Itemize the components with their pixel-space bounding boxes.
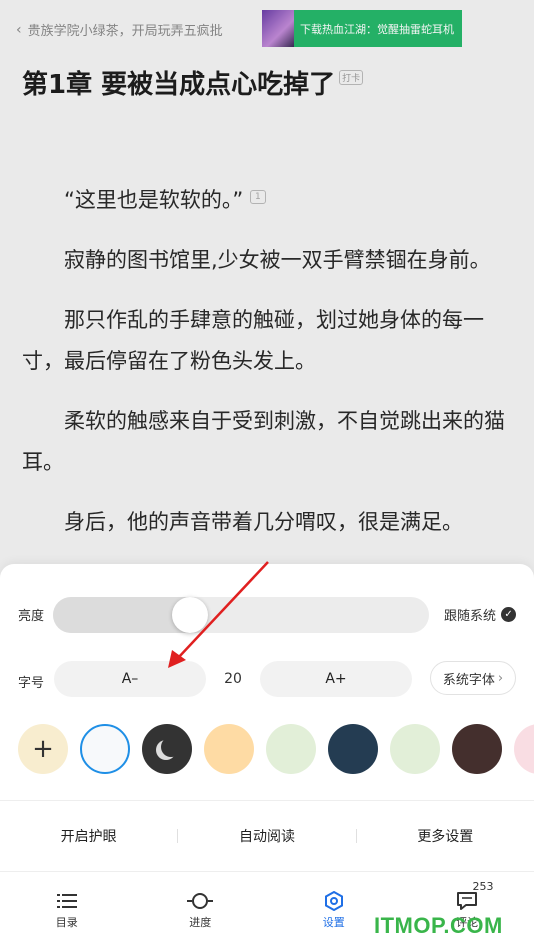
- font-size-value: 20: [224, 671, 242, 687]
- watermark: ITMOP.COM: [374, 913, 503, 938]
- quick-actions: 开启护眼 自动阅读 更多设置: [0, 801, 534, 871]
- theme-swatch-pale-green[interactable]: [390, 724, 440, 774]
- progress-icon: [187, 888, 214, 914]
- font-increase-button[interactable]: A+: [260, 661, 412, 697]
- more-settings-button[interactable]: 更多设置: [357, 826, 534, 846]
- comment-count-badge: 253: [472, 880, 494, 893]
- follow-system-label: 跟随系统: [444, 609, 497, 624]
- brightness-label: 亮度: [18, 609, 45, 624]
- theme-swatch-pink[interactable]: [514, 724, 534, 774]
- font-size-label: 字号: [18, 676, 45, 691]
- system-font-button[interactable]: 系统字体 ›: [430, 661, 516, 695]
- theme-swatch-brown[interactable]: [452, 724, 502, 774]
- theme-swatch-night[interactable]: [142, 724, 192, 774]
- list-icon: [56, 888, 77, 914]
- eye-protect-button[interactable]: 开启护眼: [0, 826, 177, 846]
- nav-label: 进度: [189, 916, 212, 929]
- font-decrease-button[interactable]: A–: [54, 661, 206, 697]
- add-theme-button[interactable]: +: [18, 724, 68, 774]
- chevron-right-icon: ›: [497, 670, 504, 686]
- nav-item-progress[interactable]: 进度: [134, 872, 268, 950]
- theme-swatches: +: [18, 724, 534, 774]
- brightness-slider[interactable]: [53, 597, 429, 633]
- system-font-label: 系统字体: [442, 672, 495, 688]
- nav-label: 设置: [322, 916, 345, 929]
- moon-icon: [161, 737, 181, 757]
- follow-system-toggle[interactable]: 跟随系统 ✓: [444, 605, 517, 624]
- settings-panel: 亮度 跟随系统 ✓ 字号 A– 20 A+ 系统字体 › + 开启护眼 自动阅读…: [0, 564, 534, 950]
- check-icon: ✓: [501, 607, 517, 622]
- brightness-thumb[interactable]: [172, 597, 208, 633]
- settings-icon: [324, 888, 344, 914]
- theme-swatch-peach[interactable]: [204, 724, 254, 774]
- nav-label: 目录: [55, 916, 78, 929]
- theme-swatch-navy[interactable]: [328, 724, 378, 774]
- nav-item-catalog[interactable]: 目录: [0, 872, 134, 950]
- theme-swatch-mint[interactable]: [266, 724, 316, 774]
- theme-swatch-white[interactable]: [80, 724, 130, 774]
- plus-icon: +: [32, 734, 54, 764]
- auto-read-button[interactable]: 自动阅读: [178, 826, 355, 846]
